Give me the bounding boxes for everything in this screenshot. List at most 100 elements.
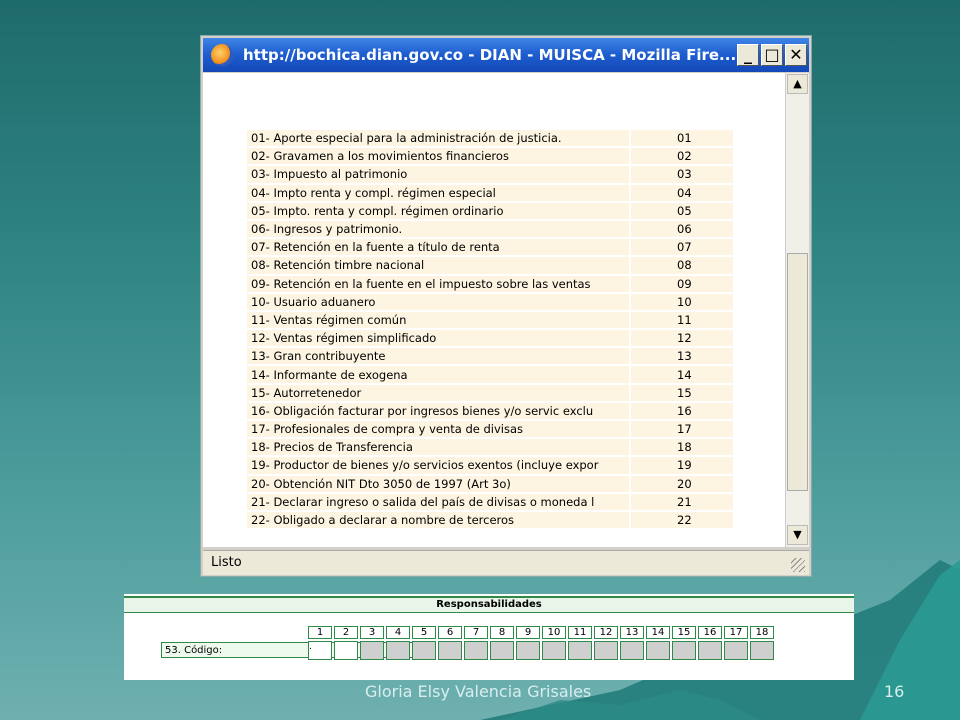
browser-window: http://bochica.dian.gov.co - DIAN - MUIS… xyxy=(200,35,812,577)
code-input-box[interactable] xyxy=(516,641,540,660)
table-row: 21- Declarar ingreso o salida del país d… xyxy=(247,493,733,510)
responsabilidad-label: 16- Obligación facturar por ingresos bie… xyxy=(247,402,629,419)
responsabilidad-code: 18 xyxy=(631,439,733,456)
window-title: http://bochica.dian.gov.co - DIAN - MUIS… xyxy=(243,46,737,64)
responsabilidad-code: 07 xyxy=(631,239,733,256)
code-number-label: 9 xyxy=(516,626,540,639)
responsabilidad-label: 14- Informante de exogena xyxy=(247,366,629,383)
code-number-label: 13 xyxy=(620,626,644,639)
scroll-down-icon[interactable]: ▼ xyxy=(787,525,808,545)
table-row: 08- Retención timbre nacional 08 xyxy=(247,257,733,274)
table-row: 13- Gran contribuyente 13 xyxy=(247,348,733,365)
code-input-box[interactable] xyxy=(724,641,748,660)
responsabilidad-label: 15- Autorretenedor xyxy=(247,384,629,401)
code-number-label: 16 xyxy=(698,626,722,639)
table-row: 06- Ingresos y patrimonio. 06 xyxy=(247,220,733,238)
code-input-box[interactable] xyxy=(490,641,514,660)
table-row: 14- Informante de exogena 14 xyxy=(247,366,733,383)
table-row: 12- Ventas régimen simplificado 12 xyxy=(247,330,733,347)
table-row: 10- Usuario aduanero 10 xyxy=(247,293,733,310)
responsabilidades-table: 01- Aporte especial para la administraci… xyxy=(245,128,735,530)
responsabilidad-code: 13 xyxy=(631,348,733,365)
code-number-label: 11 xyxy=(568,626,592,639)
responsabilidad-label: 13- Gran contribuyente xyxy=(247,348,629,365)
responsabilidad-label: 11- Ventas régimen común xyxy=(247,311,629,329)
code-input-box[interactable] xyxy=(594,641,618,660)
code-number-label: 2 xyxy=(334,626,358,639)
responsabilidad-code: 03 xyxy=(631,166,733,183)
scroll-up-icon[interactable]: ▲ xyxy=(787,74,808,94)
responsabilidad-code: 10 xyxy=(631,293,733,310)
title-bar[interactable]: http://bochica.dian.gov.co - DIAN - MUIS… xyxy=(203,38,809,72)
responsabilidad-code: 17 xyxy=(631,421,733,438)
scroll-thumb[interactable] xyxy=(787,253,808,491)
responsabilidad-label: 01- Aporte especial para la administraci… xyxy=(247,130,629,147)
status-bar: Listo xyxy=(203,550,809,575)
table-row: 11- Ventas régimen común 11 xyxy=(247,311,733,329)
code-number-label: 4 xyxy=(386,626,410,639)
vertical-scrollbar[interactable]: ▲ ▼ xyxy=(785,73,809,547)
code-number-label: 10 xyxy=(542,626,566,639)
code-input-box[interactable] xyxy=(568,641,592,660)
responsabilidad-code: 22 xyxy=(631,511,733,529)
responsabilidad-code: 08 xyxy=(631,257,733,274)
code-input-box[interactable] xyxy=(672,641,696,660)
code-number-label: 3 xyxy=(360,626,384,639)
code-number-label: 14 xyxy=(646,626,670,639)
page-number: 16 xyxy=(884,682,905,701)
code-input-box[interactable]: . xyxy=(308,641,332,660)
responsabilidad-label: 07- Retención en la fuente a título de r… xyxy=(247,239,629,256)
responsabilidad-code: 21 xyxy=(631,493,733,510)
code-number-label: 8 xyxy=(490,626,514,639)
responsabilidad-code: 19 xyxy=(631,457,733,474)
responsabilidad-code: 15 xyxy=(631,384,733,401)
code-input-box[interactable] xyxy=(360,641,384,660)
responsabilidades-form: Responsabilidades 53. Código: 1234567891… xyxy=(124,594,854,680)
code-number-label: 5 xyxy=(412,626,436,639)
responsabilidad-code: 05 xyxy=(631,202,733,219)
code-input-box[interactable] xyxy=(412,641,436,660)
responsabilidad-label: 02- Gravamen a los movimientos financier… xyxy=(247,148,629,165)
code-number-label: 1 xyxy=(308,626,332,639)
table-row: 22- Obligado a declarar a nombre de terc… xyxy=(247,511,733,529)
maximize-button[interactable]: □ xyxy=(761,44,783,66)
responsabilidad-code: 16 xyxy=(631,402,733,419)
responsabilidad-code: 20 xyxy=(631,475,733,492)
table-row: 19- Productor de bienes y/o servicios ex… xyxy=(247,457,733,474)
table-row: 18- Precios de Transferencia 18 xyxy=(247,439,733,456)
responsabilidad-label: 20- Obtención NIT Dto 3050 de 1997 (Art … xyxy=(247,475,629,492)
code-number-label: 12 xyxy=(594,626,618,639)
code-input-box[interactable] xyxy=(750,641,774,660)
code-input-box[interactable] xyxy=(620,641,644,660)
table-row: 20- Obtención NIT Dto 3050 de 1997 (Art … xyxy=(247,475,733,492)
author-name: Gloria Elsy Valencia Grisales xyxy=(365,682,592,701)
responsabilidad-label: 18- Precios de Transferencia xyxy=(247,439,629,456)
responsabilidad-label: 08- Retención timbre nacional xyxy=(247,257,629,274)
responsabilidad-label: 05- Impto. renta y compl. régimen ordina… xyxy=(247,202,629,219)
responsabilidad-label: 10- Usuario aduanero xyxy=(247,293,629,310)
code-number-label: 6 xyxy=(438,626,462,639)
code-input-box[interactable] xyxy=(646,641,670,660)
code-input-box[interactable] xyxy=(334,641,358,660)
table-row: 05- Impto. renta y compl. régimen ordina… xyxy=(247,202,733,219)
code-input-box[interactable] xyxy=(698,641,722,660)
firefox-icon xyxy=(211,44,233,66)
table-row: 15- Autorretenedor 15 xyxy=(247,384,733,401)
code-input-box[interactable] xyxy=(542,641,566,660)
table-row: 02- Gravamen a los movimientos financier… xyxy=(247,148,733,165)
code-input-box[interactable] xyxy=(386,641,410,660)
resize-grip-icon[interactable] xyxy=(791,558,805,572)
responsabilidad-label: 09- Retención en la fuente en el impuest… xyxy=(247,275,629,292)
table-row: 09- Retención en la fuente en el impuest… xyxy=(247,275,733,292)
code-input-box[interactable] xyxy=(464,641,488,660)
responsabilidad-label: 12- Ventas régimen simplificado xyxy=(247,330,629,347)
responsabilidad-code: 06 xyxy=(631,220,733,238)
code-input-box[interactable] xyxy=(438,641,462,660)
responsabilidad-label: 22- Obligado a declarar a nombre de terc… xyxy=(247,511,629,529)
responsabilidad-code: 01 xyxy=(631,130,733,147)
close-button[interactable]: ✕ xyxy=(785,44,807,66)
code-number-label: 15 xyxy=(672,626,696,639)
table-row: 16- Obligación facturar por ingresos bie… xyxy=(247,402,733,419)
table-row: 03- Impuesto al patrimonio 03 xyxy=(247,166,733,183)
minimize-button[interactable]: _ xyxy=(737,44,759,66)
